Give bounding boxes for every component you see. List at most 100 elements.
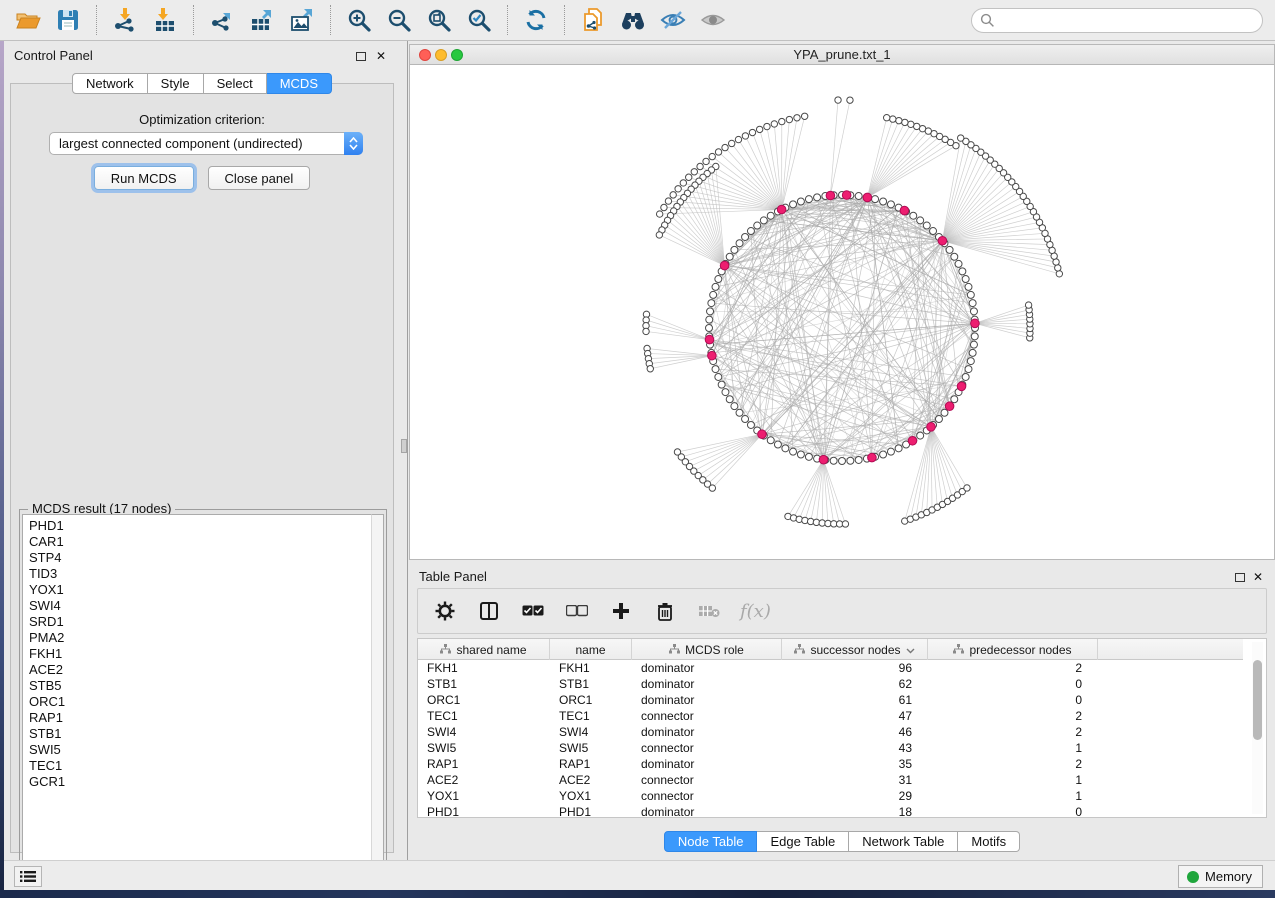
network-node[interactable]	[965, 283, 972, 290]
network-node[interactable]	[967, 358, 974, 365]
apply-layout-button[interactable]	[519, 4, 553, 36]
network-node[interactable]	[712, 283, 719, 290]
network-node[interactable]	[930, 228, 937, 235]
save-session-button[interactable]	[51, 4, 85, 36]
splitter-grab-handle[interactable]	[401, 439, 407, 453]
deselect-all-button[interactable]	[564, 598, 590, 624]
network-node[interactable]	[835, 97, 841, 103]
column-header-mcds-role[interactable]: MCDS role	[632, 639, 782, 660]
import-network-button[interactable]	[108, 4, 142, 36]
network-node[interactable]	[951, 253, 958, 260]
network-node[interactable]	[760, 217, 767, 224]
search-network-button[interactable]	[616, 4, 650, 36]
export-table-button[interactable]	[245, 4, 279, 36]
network-node[interactable]	[703, 158, 709, 164]
network-node[interactable]	[731, 246, 738, 253]
select-all-button[interactable]	[520, 598, 546, 624]
network-node[interactable]	[747, 228, 754, 235]
apply-function-button[interactable]: f(x)	[740, 601, 771, 622]
mcds-result-item[interactable]: PHD1	[29, 518, 371, 534]
tab-select[interactable]: Select	[204, 73, 267, 94]
mcds-result-item[interactable]: SRD1	[29, 614, 371, 630]
network-node[interactable]	[726, 396, 733, 403]
mcds-result-item[interactable]: PMA2	[29, 630, 371, 646]
export-image-button[interactable]	[285, 4, 319, 36]
network-node[interactable]	[887, 448, 894, 455]
network-node[interactable]	[712, 366, 719, 373]
mcds-result-item[interactable]: CAR1	[29, 534, 371, 550]
network-node[interactable]	[880, 198, 887, 205]
network-node[interactable]	[731, 403, 738, 410]
tab-edge-table[interactable]: Edge Table	[757, 831, 849, 852]
run-mcds-button[interactable]: Run MCDS	[94, 166, 194, 190]
table-row[interactable]: YOX1YOX1connector291	[418, 788, 1243, 804]
mcds-result-item[interactable]: STB5	[29, 678, 371, 694]
network-node[interactable]	[890, 116, 896, 122]
table-scrollbar[interactable]	[1252, 642, 1263, 814]
network-node[interactable]	[742, 233, 749, 240]
network-node[interactable]	[736, 409, 743, 416]
network-node[interactable]	[774, 441, 781, 448]
close-panel-icon[interactable]: ✕	[1253, 570, 1263, 584]
dominator-node[interactable]	[908, 436, 917, 445]
network-node[interactable]	[722, 144, 728, 150]
network-node[interactable]	[697, 163, 703, 169]
dominator-node[interactable]	[819, 455, 828, 464]
zoom-in-button[interactable]	[342, 4, 376, 36]
network-node[interactable]	[709, 153, 715, 159]
network-node[interactable]	[706, 316, 713, 323]
float-panel-icon[interactable]	[356, 52, 366, 61]
tab-network-table[interactable]: Network Table	[849, 831, 958, 852]
dominator-node[interactable]	[971, 319, 980, 328]
dominator-node[interactable]	[957, 382, 966, 391]
network-node[interactable]	[782, 445, 789, 452]
tab-node-table[interactable]: Node Table	[664, 831, 758, 852]
network-node[interactable]	[971, 333, 978, 340]
network-node[interactable]	[962, 276, 969, 283]
close-panel-button[interactable]: Close panel	[208, 166, 311, 190]
network-node[interactable]	[779, 118, 785, 124]
network-node[interactable]	[715, 276, 722, 283]
network-node[interactable]	[726, 253, 733, 260]
tab-network[interactable]: Network	[72, 73, 148, 94]
column-header-name[interactable]: name	[550, 639, 632, 660]
network-node[interactable]	[756, 126, 762, 132]
network-node[interactable]	[847, 97, 853, 103]
table-row[interactable]: TEC1TEC1connector472	[418, 708, 1243, 724]
network-node[interactable]	[908, 121, 914, 127]
network-node[interactable]	[805, 196, 812, 203]
network-node[interactable]	[801, 113, 807, 119]
network-node[interactable]	[665, 198, 671, 204]
table-row[interactable]: SWI5SWI5connector431	[418, 740, 1243, 756]
hide-selected-button[interactable]	[656, 4, 690, 36]
network-window-titlebar[interactable]: YPA_prune.txt_1	[410, 45, 1274, 65]
mcds-result-item[interactable]: GCR1	[29, 774, 371, 790]
mcds-result-item[interactable]: ACE2	[29, 662, 371, 678]
dominator-node[interactable]	[758, 430, 767, 439]
dominator-node[interactable]	[863, 193, 872, 202]
network-node[interactable]	[847, 457, 854, 464]
tab-mcds[interactable]: MCDS	[267, 73, 332, 94]
network-node[interactable]	[965, 366, 972, 373]
dominator-node[interactable]	[927, 423, 936, 432]
network-node[interactable]	[902, 119, 908, 125]
network-node[interactable]	[970, 308, 977, 315]
network-node[interactable]	[707, 308, 714, 315]
network-node[interactable]	[1025, 302, 1031, 308]
mcds-result-item[interactable]: STP4	[29, 550, 371, 566]
table-row[interactable]: STB1STB1dominator620	[418, 676, 1243, 692]
table-row[interactable]: SWI4SWI4dominator462	[418, 724, 1243, 740]
mcds-result-item[interactable]: RAP1	[29, 710, 371, 726]
search-input[interactable]	[995, 10, 1262, 31]
tab-style[interactable]: Style	[148, 73, 204, 94]
table-row[interactable]: ACE2ACE2connector311	[418, 772, 1243, 788]
network-node[interactable]	[1056, 271, 1062, 277]
network-node[interactable]	[967, 291, 974, 298]
zoom-selected-button[interactable]	[462, 4, 496, 36]
dominator-node[interactable]	[705, 335, 714, 344]
network-node[interactable]	[647, 366, 653, 372]
network-node[interactable]	[764, 123, 770, 129]
duplicate-network-button[interactable]	[576, 4, 610, 36]
network-node[interactable]	[715, 149, 721, 155]
network-node[interactable]	[794, 115, 800, 121]
